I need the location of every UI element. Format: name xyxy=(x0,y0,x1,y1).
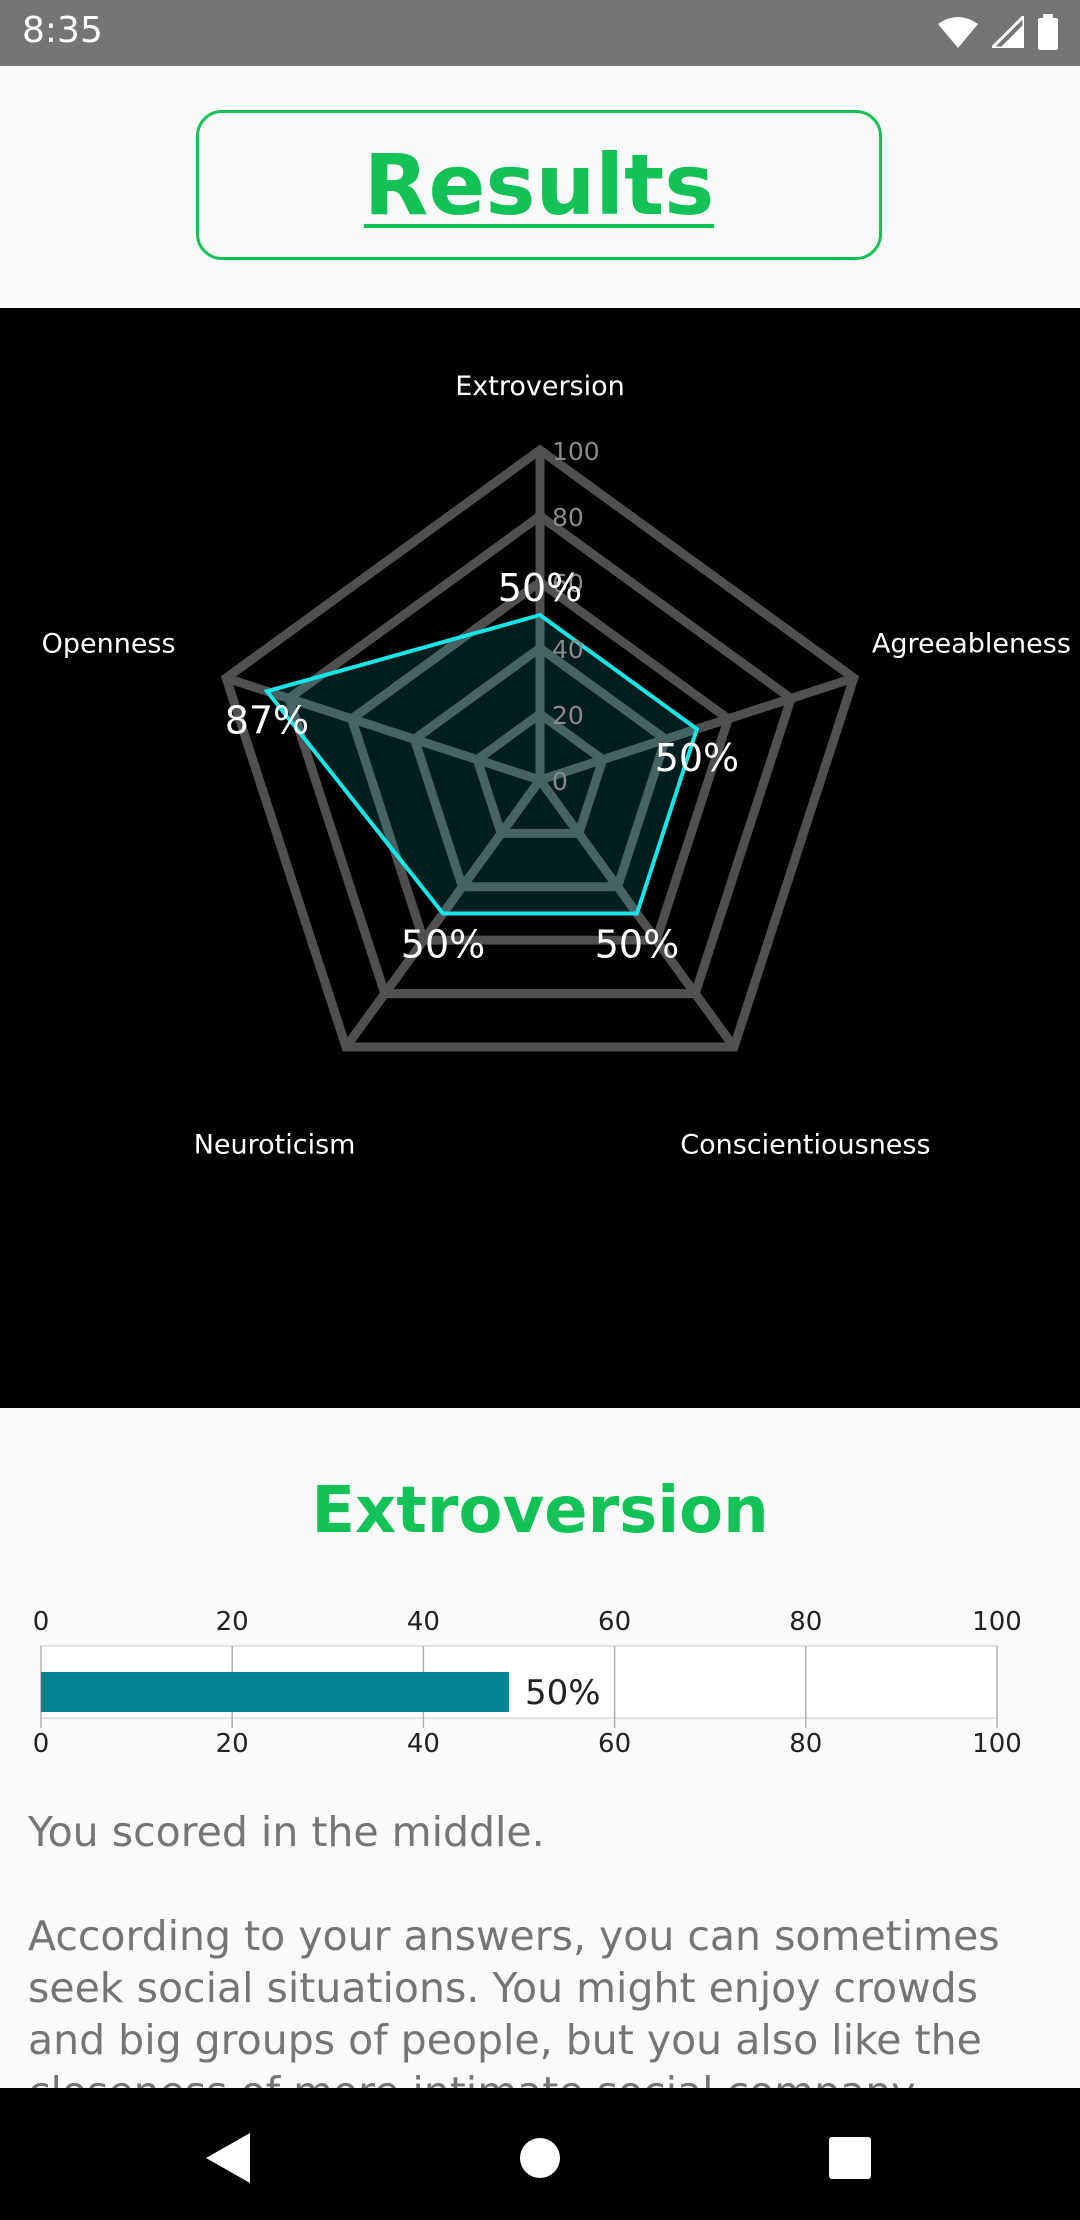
trait-bar-chart-wrap: 0 0 20 20 40 40 60 60 80 80 100 100 50% xyxy=(0,1596,1080,1766)
bar-bottom-tick-label: 80 xyxy=(789,1729,822,1759)
wifi-icon xyxy=(938,17,978,48)
bar-bottom-tick-label: 20 xyxy=(216,1729,249,1759)
section-title: Extroversion xyxy=(311,1474,769,1548)
battery-icon xyxy=(1038,14,1058,50)
signal-icon xyxy=(992,16,1024,48)
radar-axis-label: Extroversion xyxy=(455,371,625,402)
section-text: You scored in the middle. According to y… xyxy=(28,1806,1058,2088)
results-header-box: Results xyxy=(196,110,882,260)
radar-series-area xyxy=(263,612,700,916)
radar-value-label: 87% xyxy=(225,698,309,742)
radar-value-label: 50% xyxy=(401,922,485,966)
bar-bottom-tick-label: 40 xyxy=(407,1729,440,1759)
bar-bottom-tick-label: 0 xyxy=(33,1729,50,1759)
radar-scale-tick-label: 0 xyxy=(552,767,568,796)
radar-value-label: 50% xyxy=(655,736,739,780)
radar-chart: 02040608010050%50%50%50%87%ExtroversionA… xyxy=(42,371,1071,1160)
radar-scale-tick-label: 100 xyxy=(552,437,600,466)
home-button[interactable] xyxy=(510,2128,570,2188)
score-description: According to your answers, you can somet… xyxy=(28,1912,1000,2088)
status-time: 8:35 xyxy=(22,10,103,51)
bar-top-tick-label: 40 xyxy=(407,1607,440,1637)
back-icon xyxy=(206,2133,250,2183)
score-summary: You scored in the middle. xyxy=(28,1808,545,1856)
bar-value-label: 50% xyxy=(525,1673,601,1713)
radar-value-label: 50% xyxy=(498,566,582,610)
bar-top-tick-label: 80 xyxy=(789,1607,822,1637)
back-button[interactable] xyxy=(198,2128,258,2188)
bar-value-bar xyxy=(41,1672,509,1712)
radar-axis-label: Agreeableness xyxy=(872,629,1071,660)
trait-section: Extroversion 0 0 20 20 40 40 60 60 80 80 100 100 50%… xyxy=(0,1408,1080,2088)
radar-axis-label: Openness xyxy=(42,629,176,660)
page-title: Results xyxy=(363,136,715,234)
bar-bottom-tick-label: 100 xyxy=(972,1729,1022,1759)
bar-top-tick-label: 20 xyxy=(216,1607,249,1637)
navigation-bar xyxy=(0,2088,1080,2220)
trait-bar-chart: 0 0 20 20 40 40 60 60 80 80 100 100 50% xyxy=(33,1607,1022,1759)
recents-icon xyxy=(829,2137,871,2179)
header: Results xyxy=(0,66,1080,308)
radar-value-label: 50% xyxy=(595,922,679,966)
bar-top-tick-label: 0 xyxy=(33,1607,50,1637)
radar-scale-tick-label: 20 xyxy=(552,701,584,730)
home-icon xyxy=(520,2138,560,2178)
bar-bottom-tick-label: 60 xyxy=(598,1729,631,1759)
radar-chart-panel: 0 20 40 60 80 100 50% 50% 50% 50% 87% Extroversion A… xyxy=(0,308,1080,1408)
status-icons xyxy=(938,14,1058,50)
recents-button[interactable] xyxy=(820,2128,880,2188)
status-bar: 8:35 xyxy=(0,0,1080,66)
radar-scale-tick-label: 40 xyxy=(552,635,584,664)
radar-axis-label: Conscientiousness xyxy=(680,1129,930,1160)
radar-scale-tick-label: 80 xyxy=(552,503,584,532)
bar-top-tick-label: 60 xyxy=(598,1607,631,1637)
radar-axis-label: Neuroticism xyxy=(194,1129,356,1160)
bar-top-tick-label: 100 xyxy=(972,1607,1022,1637)
